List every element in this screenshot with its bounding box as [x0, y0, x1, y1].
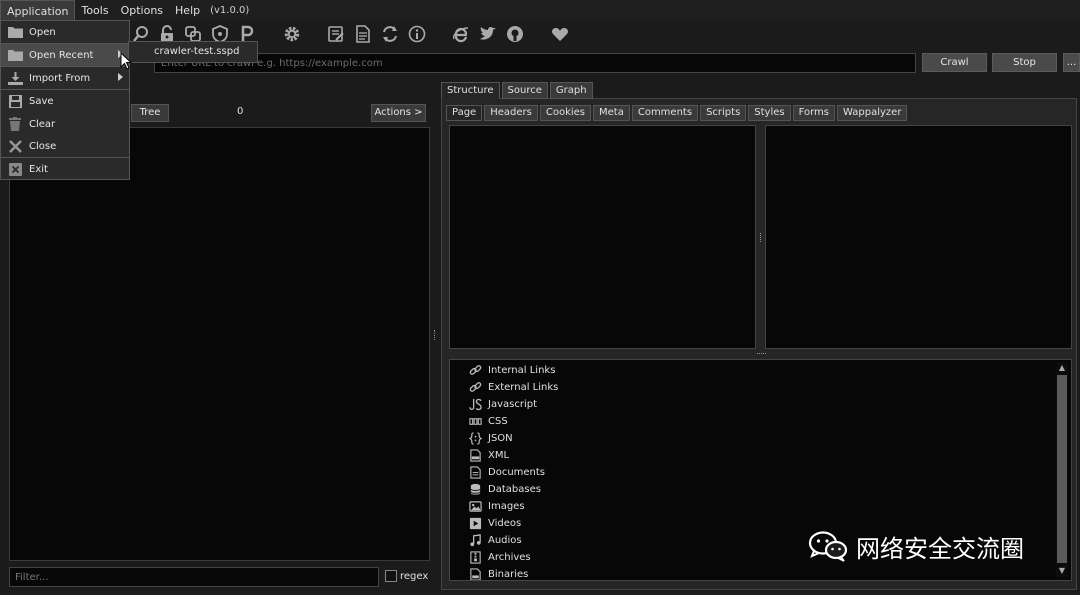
json-icon [468, 432, 482, 446]
menu-application[interactable]: Application [0, 0, 76, 21]
page-pane-right[interactable] [765, 125, 1072, 349]
main-splitter[interactable] [434, 330, 436, 340]
pane-splitter[interactable] [760, 233, 761, 242]
tab-forms[interactable]: Forms [792, 105, 836, 121]
js-icon [468, 398, 482, 412]
music-icon [468, 534, 482, 548]
tree-item-javascript[interactable]: Javascript [468, 397, 537, 412]
submenu-arrow-icon [118, 73, 123, 81]
tab-styles[interactable]: Styles [748, 105, 791, 121]
menu-tools[interactable]: Tools [75, 0, 114, 21]
scroll-thumb[interactable] [1057, 375, 1067, 563]
scroll-down-icon[interactable]: ▼ [1056, 566, 1068, 576]
github-icon[interactable] [504, 23, 526, 45]
page-pane-left[interactable] [449, 125, 756, 349]
menu-help[interactable]: Help [169, 0, 206, 21]
regex-label: regex [400, 571, 429, 582]
image-icon [468, 500, 482, 514]
right-tabs: Structure Source Graph [441, 82, 595, 99]
version-label: (v1.0.0) [210, 5, 250, 16]
tree-item-binaries[interactable]: Binaries [468, 567, 528, 580]
sub-tabs: Page Headers Cookies Meta Comments Scrip… [446, 105, 909, 121]
folder-icon [7, 48, 23, 62]
result-count: 0 [237, 106, 244, 117]
close-icon [7, 139, 23, 153]
watermark: 网络安全交流圈 [808, 529, 1024, 563]
menu-item-clear[interactable]: Clear [1, 113, 129, 135]
tab-meta[interactable]: Meta [593, 105, 630, 121]
document-icon [468, 466, 482, 480]
browser-icon[interactable] [450, 23, 472, 45]
tree-item-external-links[interactable]: External Links [468, 380, 558, 395]
filter-input[interactable] [9, 567, 379, 587]
tree-item-videos[interactable]: Videos [468, 516, 521, 531]
url-input[interactable] [154, 53, 916, 73]
import-icon [7, 71, 23, 85]
tree-item-internal-links[interactable]: Internal Links [468, 363, 555, 378]
binary-icon [468, 568, 482, 580]
watermark-text: 网络安全交流圈 [856, 534, 1024, 563]
archive-icon [468, 551, 482, 565]
tab-scripts[interactable]: Scripts [700, 105, 747, 121]
twitter-icon[interactable] [477, 23, 499, 45]
tab-graph[interactable]: Graph [549, 82, 593, 99]
tab-headers[interactable]: Headers [484, 105, 538, 121]
recent-file-item[interactable]: crawler-test.sspd [128, 41, 258, 63]
folder-icon [7, 25, 23, 39]
menu-options[interactable]: Options [115, 0, 169, 21]
heart-icon[interactable] [549, 23, 571, 45]
edit-icon[interactable] [325, 23, 347, 45]
more-button[interactable]: ... [1063, 53, 1080, 72]
tree-item-audios[interactable]: Audios [468, 533, 522, 548]
menu-item-import-from[interactable]: Import From [1, 67, 129, 89]
pane-splitter-horizontal[interactable] [757, 353, 766, 354]
document-icon[interactable] [352, 23, 374, 45]
info-icon[interactable] [406, 23, 428, 45]
gear-icon[interactable] [281, 23, 303, 45]
css-icon [468, 415, 482, 429]
tab-wappalyzer[interactable]: Wappalyzer [837, 105, 908, 121]
menu-item-save[interactable]: Save [1, 90, 129, 112]
regex-checkbox[interactable] [385, 570, 397, 582]
trash-icon [7, 117, 23, 131]
tree-item-css[interactable]: CSS [468, 414, 508, 429]
xml-icon [468, 449, 482, 463]
refresh-icon[interactable] [379, 23, 401, 45]
tree-item-xml[interactable]: XML [468, 448, 509, 463]
tree-item-databases[interactable]: Databases [468, 482, 541, 497]
menu-item-open[interactable]: Open [1, 21, 129, 43]
exit-icon [7, 162, 23, 176]
save-icon [7, 94, 23, 108]
tree-item-images[interactable]: Images [468, 499, 525, 514]
video-icon [468, 517, 482, 531]
tree-item-archives[interactable]: Archives [468, 550, 531, 565]
tab-source[interactable]: Source [501, 82, 548, 99]
tab-page[interactable]: Page [446, 105, 483, 121]
stop-button[interactable]: Stop [992, 53, 1057, 72]
database-icon [468, 483, 482, 497]
scroll-up-icon[interactable]: ▲ [1056, 363, 1068, 373]
menubar: Application Tools Options Help (v1.0.0) [0, 0, 1080, 21]
tree-item-documents[interactable]: Documents [468, 465, 545, 480]
link-icon [468, 364, 482, 378]
actions-button[interactable]: Actions > [371, 104, 426, 122]
tab-structure[interactable]: Structure [441, 82, 500, 99]
link-icon [468, 381, 482, 395]
tree-button[interactable]: Tree [131, 104, 169, 122]
application-menu: Open Open Recent Import From Save Clear … [0, 20, 130, 180]
tree-scrollbar[interactable]: ▲ ▼ [1056, 362, 1068, 577]
menu-item-open-recent[interactable]: Open Recent [1, 44, 129, 66]
tree-item-json[interactable]: JSON [468, 431, 513, 446]
tab-cookies[interactable]: Cookies [539, 105, 591, 121]
tab-comments[interactable]: Comments [631, 105, 699, 121]
mouse-cursor-icon [120, 52, 132, 70]
results-list[interactable] [9, 127, 430, 561]
menu-item-exit[interactable]: Exit [1, 158, 129, 180]
crawl-button[interactable]: Crawl [922, 53, 987, 72]
menu-item-close[interactable]: Close [1, 135, 129, 157]
wechat-icon [808, 531, 848, 562]
